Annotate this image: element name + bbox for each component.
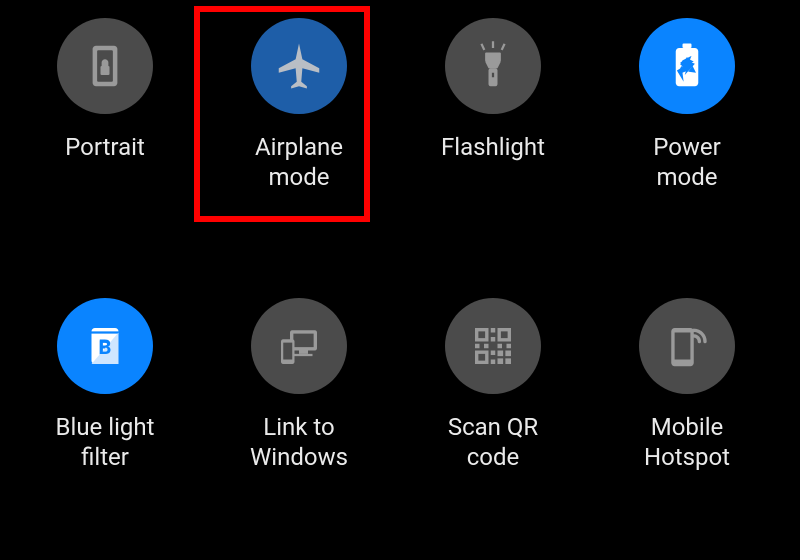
tile-scan-qr-code[interactable]: Scan QR code <box>408 298 578 472</box>
tile-power-mode-label: Power mode <box>602 132 772 192</box>
tile-blue-light-filter-label: Blue light filter <box>20 412 190 472</box>
tile-link-to-windows[interactable]: Link to Windows <box>214 298 384 472</box>
tile-power-mode-circle <box>639 18 735 114</box>
tile-power-mode[interactable]: Power mode <box>602 18 772 192</box>
tile-airplane-mode[interactable]: Airplane mode <box>214 18 384 192</box>
link-to-windows-icon <box>272 319 326 373</box>
tile-mobile-hotspot[interactable]: Mobile Hotspot <box>602 298 772 472</box>
tile-mobile-hotspot-label: Mobile Hotspot <box>602 412 772 472</box>
tile-airplane-mode-circle <box>251 18 347 114</box>
power-mode-icon <box>660 39 714 93</box>
tile-mobile-hotspot-circle <box>639 298 735 394</box>
svg-text:B: B <box>99 335 112 359</box>
qr-code-icon <box>466 319 520 373</box>
tile-portrait[interactable]: Portrait <box>20 18 190 162</box>
quick-settings-panel: Portrait Airplane mode <box>0 0 800 560</box>
tile-flashlight-label: Flashlight <box>408 132 578 162</box>
tile-airplane-mode-label: Airplane mode <box>214 132 384 192</box>
airplane-icon <box>272 39 326 93</box>
tile-flashlight[interactable]: Flashlight <box>408 18 578 162</box>
tile-portrait-label: Portrait <box>20 132 190 162</box>
tile-blue-light-filter-circle: B B <box>57 298 153 394</box>
tile-blue-light-filter[interactable]: B B Blue light filter <box>20 298 190 472</box>
flashlight-icon <box>466 39 520 93</box>
tile-link-to-windows-circle <box>251 298 347 394</box>
portrait-lock-icon <box>78 39 132 93</box>
tile-portrait-circle <box>57 18 153 114</box>
mobile-hotspot-icon <box>660 319 714 373</box>
tile-link-to-windows-label: Link to Windows <box>214 412 384 472</box>
blue-light-filter-icon: B B <box>78 319 132 373</box>
tile-scan-qr-code-label: Scan QR code <box>408 412 578 472</box>
tile-flashlight-circle <box>445 18 541 114</box>
tile-scan-qr-code-circle <box>445 298 541 394</box>
